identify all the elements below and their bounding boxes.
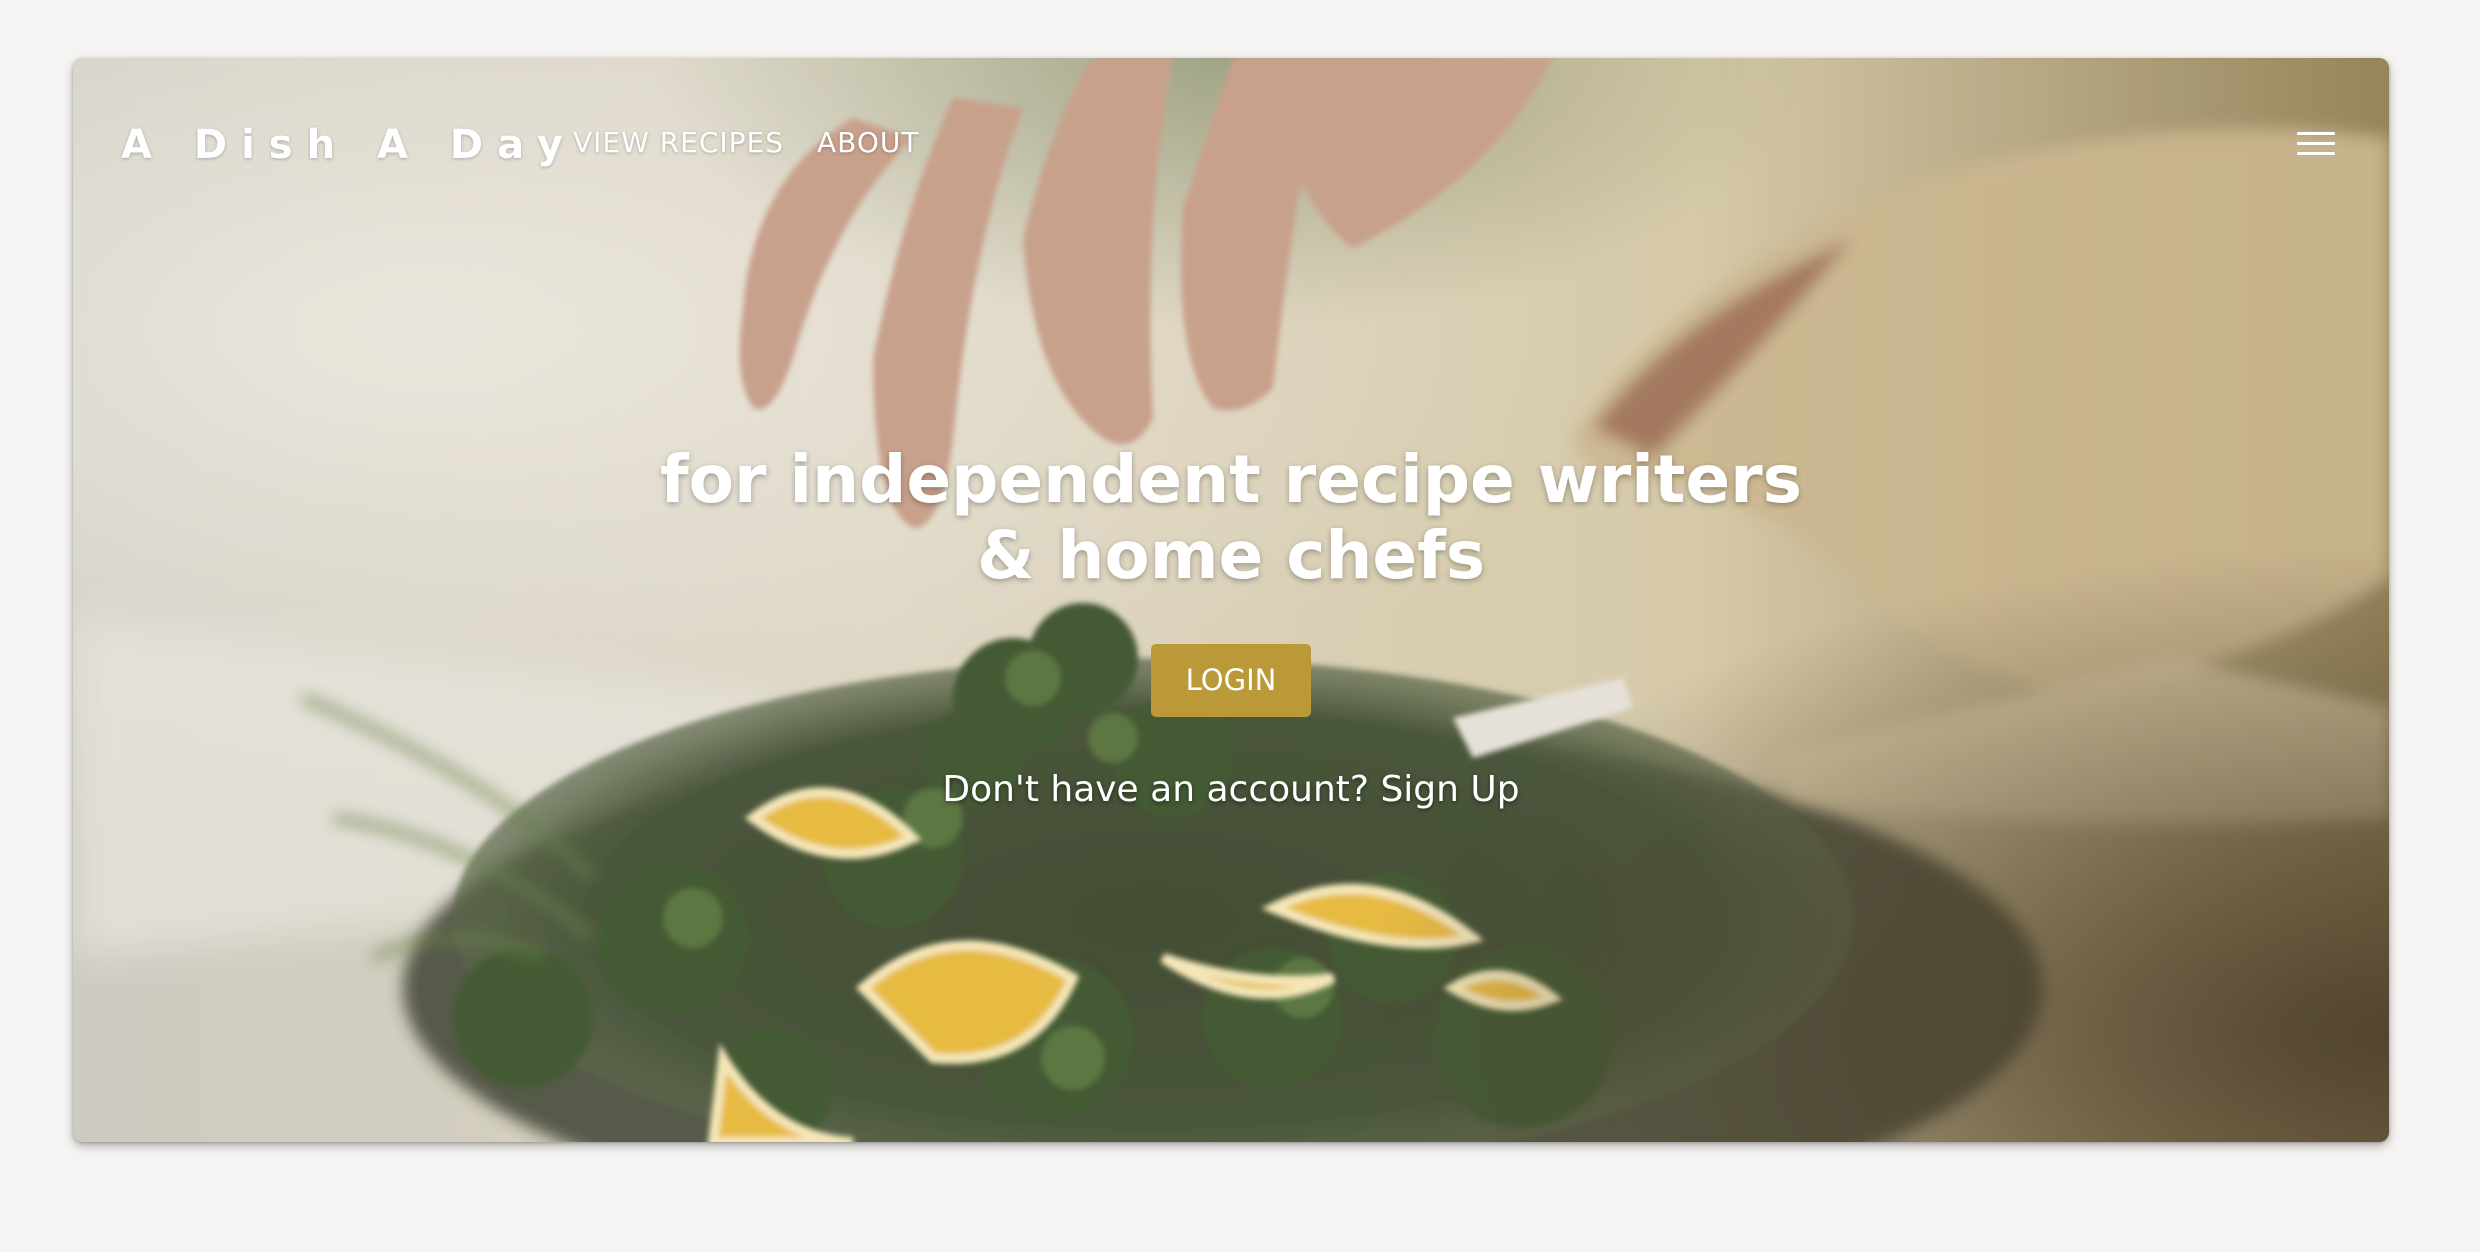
brand-logo[interactable]: A Dish A Day — [121, 122, 577, 168]
login-button[interactable]: LOGIN — [1151, 644, 1311, 717]
nav-links: VIEW RECIPES ABOUT — [573, 126, 920, 159]
nav-link-about[interactable]: ABOUT — [817, 126, 920, 159]
nav-link-view-recipes[interactable]: VIEW RECIPES — [573, 126, 784, 159]
headline-line-1: for independent recipe writers — [659, 441, 1803, 518]
signup-prompt: Don't have an account? Sign Up — [73, 769, 2389, 810]
headline-line-2: & home chefs — [976, 517, 1486, 594]
menu-bar — [2297, 132, 2335, 135]
signup-prompt-text: Don't have an account? — [942, 769, 1381, 810]
hero-content: for independent recipe writers & home ch… — [73, 442, 2389, 811]
menu-bar — [2297, 152, 2335, 155]
hamburger-menu-icon[interactable] — [2297, 130, 2335, 160]
hero-section: A Dish A Day VIEW RECIPES ABOUT for inde… — [73, 58, 2389, 1142]
signup-link[interactable]: Sign Up — [1380, 769, 1519, 810]
menu-bar — [2297, 142, 2335, 145]
top-navigation: A Dish A Day VIEW RECIPES ABOUT — [73, 58, 2389, 228]
hero-headline: for independent recipe writers & home ch… — [73, 442, 2389, 594]
